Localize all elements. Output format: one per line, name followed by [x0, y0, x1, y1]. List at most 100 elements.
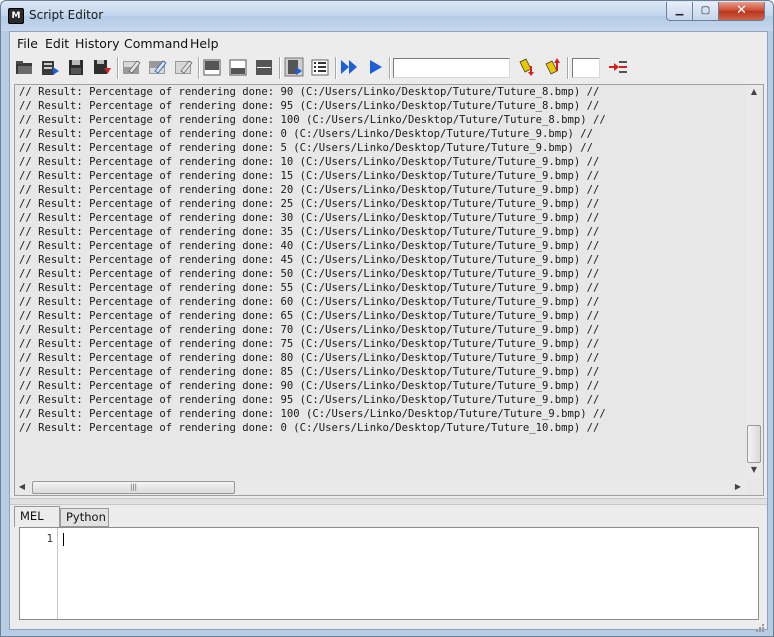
- maximize-button[interactable]: ▢: [692, 2, 719, 21]
- minimize-icon: ▁: [675, 5, 684, 16]
- search-field[interactable]: [393, 58, 510, 78]
- clear-input-icon: [149, 60, 167, 74]
- toolbar-separator: [567, 57, 569, 79]
- script-editor-window: M Script Editor ▁ ▢ ✕ File Edit History …: [0, 0, 774, 637]
- show-line-numbers-icon: [311, 59, 329, 76]
- open-script-button[interactable]: [14, 57, 34, 77]
- horizontal-scrollbar[interactable]: ◀ ||| ▶: [15, 479, 746, 494]
- maximize-icon: ▢: [700, 5, 711, 16]
- clear-all-icon: [175, 60, 193, 74]
- toolbar-separator: [335, 57, 337, 79]
- text-caret: [63, 533, 64, 546]
- menu-bar: File Edit History Command Help: [10, 32, 767, 54]
- history-line: // Result: Percentage of rendering done:…: [19, 142, 594, 154]
- close-icon: ✕: [736, 3, 747, 18]
- resize-grip[interactable]: [755, 618, 765, 632]
- save-to-shelf-button[interactable]: [92, 57, 112, 77]
- menu-history[interactable]: History: [75, 36, 119, 51]
- scroll-right-icon[interactable]: ▶: [731, 479, 745, 494]
- scroll-down-icon[interactable]: ▼: [746, 463, 762, 477]
- save-script-to-shelf-icon: [94, 60, 111, 74]
- history-line: // Result: Percentage of rendering done:…: [19, 366, 600, 378]
- search-field-value: [394, 64, 396, 77]
- history-line: // Result: Percentage of rendering done:…: [19, 170, 600, 182]
- goto-line-value: [573, 64, 575, 77]
- show-input-only-button[interactable]: [228, 57, 248, 77]
- toolbar-separator: [279, 57, 281, 79]
- vertical-scroll-thumb[interactable]: [747, 425, 761, 463]
- history-line: // Result: Percentage of rendering done:…: [19, 128, 594, 140]
- show-both-icon: [256, 60, 272, 75]
- history-line: // Result: Percentage of rendering done:…: [19, 380, 600, 392]
- maya-icon: M: [8, 8, 24, 24]
- menu-edit[interactable]: Edit: [45, 36, 69, 51]
- menu-help[interactable]: Help: [190, 36, 219, 51]
- echo-all-commands-button[interactable]: [284, 57, 304, 77]
- clear-input-button[interactable]: [147, 57, 167, 77]
- vertical-scrollbar[interactable]: ▲ ▼: [746, 85, 762, 479]
- history-line: // Result: Percentage of rendering done:…: [19, 282, 600, 294]
- clear-history-icon: [123, 60, 141, 74]
- toolbar: [10, 54, 767, 82]
- execute-icon: [370, 60, 382, 74]
- goto-line-icon: [609, 61, 627, 73]
- toolbar-separator: [389, 57, 391, 79]
- goto-line-field[interactable]: [572, 58, 600, 78]
- scroll-left-icon[interactable]: ◀: [15, 479, 29, 494]
- goto-line-button[interactable]: [607, 57, 627, 77]
- language-tabs: MEL Python: [14, 506, 762, 527]
- title-bar[interactable]: M Script Editor ▁ ▢ ✕: [1, 1, 773, 31]
- history-line: // Result: Percentage of rendering done:…: [19, 212, 600, 224]
- history-line: // Result: Percentage of rendering done:…: [19, 114, 606, 126]
- clear-history-button[interactable]: [121, 57, 141, 77]
- show-history-only-button[interactable]: [202, 57, 222, 77]
- script-input-editor[interactable]: 1: [19, 527, 759, 620]
- search-up-button[interactable]: [543, 57, 563, 77]
- history-line: // Result: Percentage of rendering done:…: [19, 394, 600, 406]
- menu-file[interactable]: File: [17, 36, 38, 51]
- pane-splitter[interactable]: [10, 498, 767, 505]
- history-output[interactable]: // Result: Percentage of rendering done:…: [19, 85, 744, 479]
- save-script-button[interactable]: [66, 57, 86, 77]
- history-line: // Result: Percentage of rendering done:…: [19, 240, 600, 252]
- line-number: 1: [46, 533, 53, 545]
- history-line: // Result: Percentage of rendering done:…: [19, 156, 600, 168]
- history-line: // Result: Percentage of rendering done:…: [19, 198, 600, 210]
- show-line-numbers-button[interactable]: [310, 57, 330, 77]
- toolbar-separator: [117, 57, 119, 79]
- history-line: // Result: Percentage of rendering done:…: [19, 324, 600, 336]
- minimize-button[interactable]: ▁: [666, 2, 693, 21]
- horizontal-scroll-thumb[interactable]: |||: [32, 481, 235, 494]
- line-number-gutter: 1: [20, 528, 58, 619]
- save-script-icon: [69, 60, 83, 75]
- history-line: // Result: Percentage of rendering done:…: [19, 422, 600, 434]
- echo-all-commands-icon: [284, 57, 304, 77]
- resize-grip-icon: [756, 624, 764, 632]
- execute-button[interactable]: [366, 57, 386, 77]
- history-line: // Result: Percentage of rendering done:…: [19, 296, 600, 308]
- search-down-button[interactable]: [517, 57, 537, 77]
- tab-python[interactable]: Python: [60, 508, 109, 527]
- execute-all-icon: [341, 60, 357, 74]
- show-both-button[interactable]: [254, 57, 274, 77]
- history-panel: // Result: Percentage of rendering done:…: [14, 84, 764, 496]
- history-line: // Result: Percentage of rendering done:…: [19, 226, 600, 238]
- history-line: // Result: Percentage of rendering done:…: [19, 184, 600, 196]
- clear-all-button[interactable]: [173, 57, 193, 77]
- show-input-only-icon: [229, 59, 247, 76]
- source-script-icon: [42, 61, 59, 75]
- toolbar-separator: [198, 57, 200, 79]
- client-area: File Edit History Command Help // Result…: [9, 31, 768, 632]
- scroll-up-icon[interactable]: ▲: [746, 85, 762, 99]
- menu-command[interactable]: Command: [124, 36, 188, 51]
- execute-all-button[interactable]: [339, 57, 359, 77]
- history-line: // Result: Percentage of rendering done:…: [19, 86, 600, 98]
- search-down-icon: [519, 58, 534, 76]
- history-line: // Result: Percentage of rendering done:…: [19, 310, 600, 322]
- history-line: // Result: Percentage of rendering done:…: [19, 338, 600, 350]
- source-script-button[interactable]: [40, 57, 60, 77]
- close-button[interactable]: ✕: [718, 2, 765, 21]
- tab-mel[interactable]: MEL: [14, 506, 60, 527]
- show-history-only-icon: [203, 59, 221, 76]
- search-up-icon: [545, 58, 560, 75]
